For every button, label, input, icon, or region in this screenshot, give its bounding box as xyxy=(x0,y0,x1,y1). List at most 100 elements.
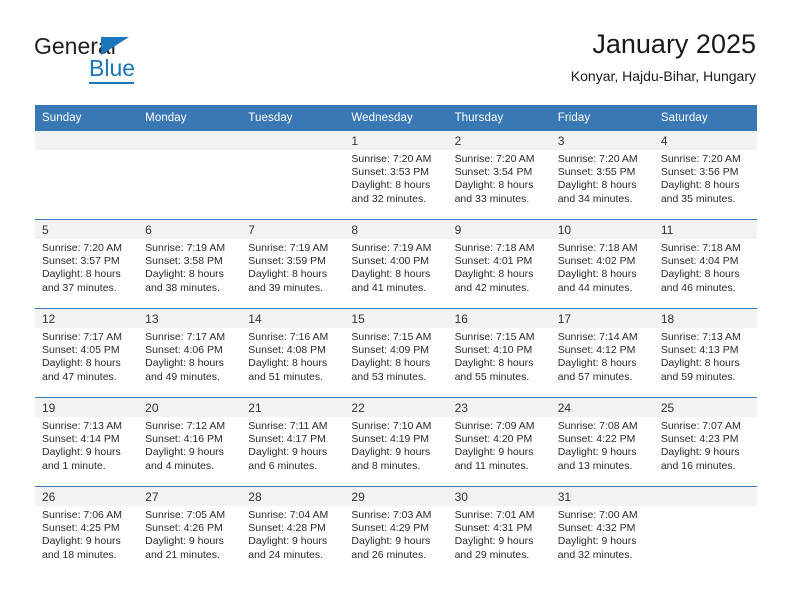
day-number-band xyxy=(653,487,757,506)
day-cell[interactable]: 23 Sunrise: 7:09 AM Sunset: 4:20 PM Dayligh… xyxy=(447,397,551,487)
sunrise-text: Sunrise: 7:16 AM xyxy=(248,331,329,343)
day-cell[interactable]: 28 Sunrise: 7:04 AM Sunset: 4:28 PM Dayligh… xyxy=(241,486,345,575)
day-number: 3 xyxy=(557,134,565,148)
day-cell[interactable] xyxy=(138,131,242,220)
day-cell[interactable]: 12 Sunrise: 7:17 AM Sunset: 4:05 PM Dayligh… xyxy=(35,308,139,398)
day-cell[interactable]: 19 Sunrise: 7:13 AM Sunset: 4:14 PM Dayligh… xyxy=(35,397,139,487)
day-number: 2 xyxy=(454,134,462,148)
day-cell[interactable]: 1 Sunrise: 7:20 AM Sunset: 3:53 PM Daylight… xyxy=(344,131,448,220)
day-number: 20 xyxy=(145,401,159,415)
daylight-text-line2: and 24 minutes. xyxy=(248,548,323,561)
daylight-text-line1: Daylight: 9 hours xyxy=(42,535,121,548)
daylight-text-line2: and 55 minutes. xyxy=(454,370,530,383)
sunset-text: Sunset: 4:22 PM xyxy=(557,433,636,446)
day-details: Sunrise: 7:00 AM Sunset: 4:32 PM Daylight:… xyxy=(551,506,654,562)
day-cell[interactable]: 16 Sunrise: 7:15 AM Sunset: 4:10 PM Dayligh… xyxy=(447,308,551,398)
day-number-band: 31 xyxy=(550,487,654,506)
day-details: Sunrise: 7:15 AM Sunset: 4:10 PM Daylight:… xyxy=(448,328,551,384)
daylight-text-line2: and 57 minutes. xyxy=(557,370,633,383)
day-cell[interactable] xyxy=(653,486,757,575)
sunset-text: Sunset: 4:31 PM xyxy=(454,522,533,535)
day-cell[interactable]: 10 Sunrise: 7:18 AM Sunset: 4:02 PM Dayligh… xyxy=(550,219,654,309)
day-cell[interactable]: 4 Sunrise: 7:20 AM Sunset: 3:56 PM Daylight… xyxy=(653,131,757,220)
day-cell[interactable]: 29 Sunrise: 7:03 AM Sunset: 4:29 PM Dayligh… xyxy=(344,486,448,575)
week-row: 5 Sunrise: 7:20 AM Sunset: 3:57 PM Daylight… xyxy=(35,219,757,309)
day-number: 4 xyxy=(660,134,668,148)
day-cell[interactable]: 22 Sunrise: 7:10 AM Sunset: 4:19 PM Dayligh… xyxy=(344,397,448,487)
title-block: January 2025 Konyar, Hajdu-Bihar, Hungar… xyxy=(571,28,756,86)
week-row: 12 Sunrise: 7:17 AM Sunset: 4:05 PM Dayligh… xyxy=(35,308,757,398)
day-cell[interactable]: 15 Sunrise: 7:15 AM Sunset: 4:09 PM Dayligh… xyxy=(344,308,448,398)
sunrise-text: Sunrise: 7:05 AM xyxy=(145,509,226,521)
day-cell[interactable]: 13 Sunrise: 7:17 AM Sunset: 4:06 PM Dayligh… xyxy=(138,308,242,398)
day-cell[interactable]: 7 Sunrise: 7:19 AM Sunset: 3:59 PM Daylight… xyxy=(241,219,345,309)
day-cell[interactable]: 3 Sunrise: 7:20 AM Sunset: 3:55 PM Daylight… xyxy=(550,131,654,220)
sunset-text: Sunset: 4:13 PM xyxy=(660,344,739,357)
day-number-band: 8 xyxy=(344,220,448,239)
sunrise-text: Sunrise: 7:00 AM xyxy=(557,509,638,521)
day-details: Sunrise: 7:13 AM Sunset: 4:14 PM Daylight:… xyxy=(35,417,138,473)
daylight-text-line1: Daylight: 8 hours xyxy=(145,357,224,370)
daylight-text-line2: and 38 minutes. xyxy=(145,281,220,294)
day-number-band: 9 xyxy=(447,220,551,239)
weekday-header-wednesday: Wednesday xyxy=(344,105,448,131)
sunrise-text: Sunrise: 7:14 AM xyxy=(557,331,638,343)
day-cell[interactable]: 14 Sunrise: 7:16 AM Sunset: 4:08 PM Dayligh… xyxy=(241,308,345,398)
sunset-text: Sunset: 4:14 PM xyxy=(42,433,120,446)
daylight-text-line2: and 44 minutes. xyxy=(557,281,633,294)
day-cell[interactable]: 25 Sunrise: 7:07 AM Sunset: 4:23 PM Dayligh… xyxy=(653,397,757,487)
day-cell[interactable]: 11 Sunrise: 7:18 AM Sunset: 4:04 PM Dayligh… xyxy=(653,219,757,309)
weekday-header-monday: Monday xyxy=(138,105,242,131)
daylight-text-line2: and 35 minutes. xyxy=(660,192,736,205)
day-cell[interactable]: 26 Sunrise: 7:06 AM Sunset: 4:25 PM Dayligh… xyxy=(35,486,139,575)
sunset-text: Sunset: 3:53 PM xyxy=(351,166,430,179)
day-details xyxy=(35,150,138,153)
day-cell[interactable]: 21 Sunrise: 7:11 AM Sunset: 4:17 PM Dayligh… xyxy=(241,397,345,487)
daylight-text-line2: and 11 minutes. xyxy=(454,459,529,472)
page-title: January 2025 xyxy=(592,29,756,59)
day-cell[interactable]: 27 Sunrise: 7:05 AM Sunset: 4:26 PM Dayligh… xyxy=(138,486,242,575)
sunrise-text: Sunrise: 7:17 AM xyxy=(42,331,122,343)
day-number: 14 xyxy=(248,312,262,326)
day-number: 21 xyxy=(248,401,262,415)
day-cell[interactable]: 8 Sunrise: 7:19 AM Sunset: 4:00 PM Daylight… xyxy=(344,219,448,309)
daylight-text-line1: Daylight: 9 hours xyxy=(454,446,534,459)
day-details: Sunrise: 7:18 AM Sunset: 4:04 PM Daylight:… xyxy=(654,239,757,295)
day-cell[interactable]: 5 Sunrise: 7:20 AM Sunset: 3:57 PM Daylight… xyxy=(35,219,139,309)
daylight-text-line2: and 32 minutes. xyxy=(351,192,427,205)
daylight-text-line1: Daylight: 9 hours xyxy=(557,535,637,548)
day-cell[interactable]: 31 Sunrise: 7:00 AM Sunset: 4:32 PM Dayligh… xyxy=(550,486,654,575)
day-cell[interactable]: 6 Sunrise: 7:19 AM Sunset: 3:58 PM Daylight… xyxy=(138,219,242,309)
day-cell[interactable]: 17 Sunrise: 7:14 AM Sunset: 4:12 PM Dayligh… xyxy=(550,308,654,398)
day-number-band: 17 xyxy=(550,309,654,328)
day-cell[interactable]: 9 Sunrise: 7:18 AM Sunset: 4:01 PM Daylight… xyxy=(447,219,551,309)
daylight-text-line1: Daylight: 9 hours xyxy=(42,446,121,459)
day-cell[interactable] xyxy=(241,131,345,220)
day-cell[interactable]: 30 Sunrise: 7:01 AM Sunset: 4:31 PM Dayligh… xyxy=(447,486,551,575)
sunset-text: Sunset: 4:29 PM xyxy=(351,522,430,535)
day-cell[interactable]: 18 Sunrise: 7:13 AM Sunset: 4:13 PM Dayligh… xyxy=(653,308,757,398)
page-header: General Blue January 2025 Konyar, Hajdu-… xyxy=(0,0,792,100)
sunrise-text: Sunrise: 7:20 AM xyxy=(42,242,122,254)
sunset-text: Sunset: 3:57 PM xyxy=(42,255,120,268)
daylight-text-line2: and 53 minutes. xyxy=(351,370,427,383)
day-cell[interactable]: 20 Sunrise: 7:12 AM Sunset: 4:16 PM Dayligh… xyxy=(138,397,242,487)
daylight-text-line1: Daylight: 8 hours xyxy=(42,268,121,281)
day-number-band: 22 xyxy=(344,398,448,417)
day-number-band: 14 xyxy=(241,309,345,328)
daylight-text-line1: Daylight: 9 hours xyxy=(145,535,224,548)
day-number-band: 6 xyxy=(138,220,242,239)
week-row: 26 Sunrise: 7:06 AM Sunset: 4:25 PM Dayligh… xyxy=(35,486,757,575)
sunset-text: Sunset: 4:28 PM xyxy=(248,522,326,535)
daylight-text-line2: and 41 minutes. xyxy=(351,281,427,294)
day-number: 18 xyxy=(660,312,675,326)
day-details: Sunrise: 7:03 AM Sunset: 4:29 PM Daylight:… xyxy=(344,506,447,562)
day-cell[interactable] xyxy=(35,131,139,220)
daylight-text-line2: and 49 minutes. xyxy=(145,370,220,383)
day-cell[interactable]: 24 Sunrise: 7:08 AM Sunset: 4:22 PM Dayligh… xyxy=(550,397,654,487)
day-number: 10 xyxy=(557,223,572,237)
daylight-text-line1: Daylight: 9 hours xyxy=(248,446,328,459)
day-cell[interactable]: 2 Sunrise: 7:20 AM Sunset: 3:54 PM Daylight… xyxy=(447,131,551,220)
daylight-text-line1: Daylight: 9 hours xyxy=(351,535,431,548)
day-number: 26 xyxy=(42,490,56,504)
